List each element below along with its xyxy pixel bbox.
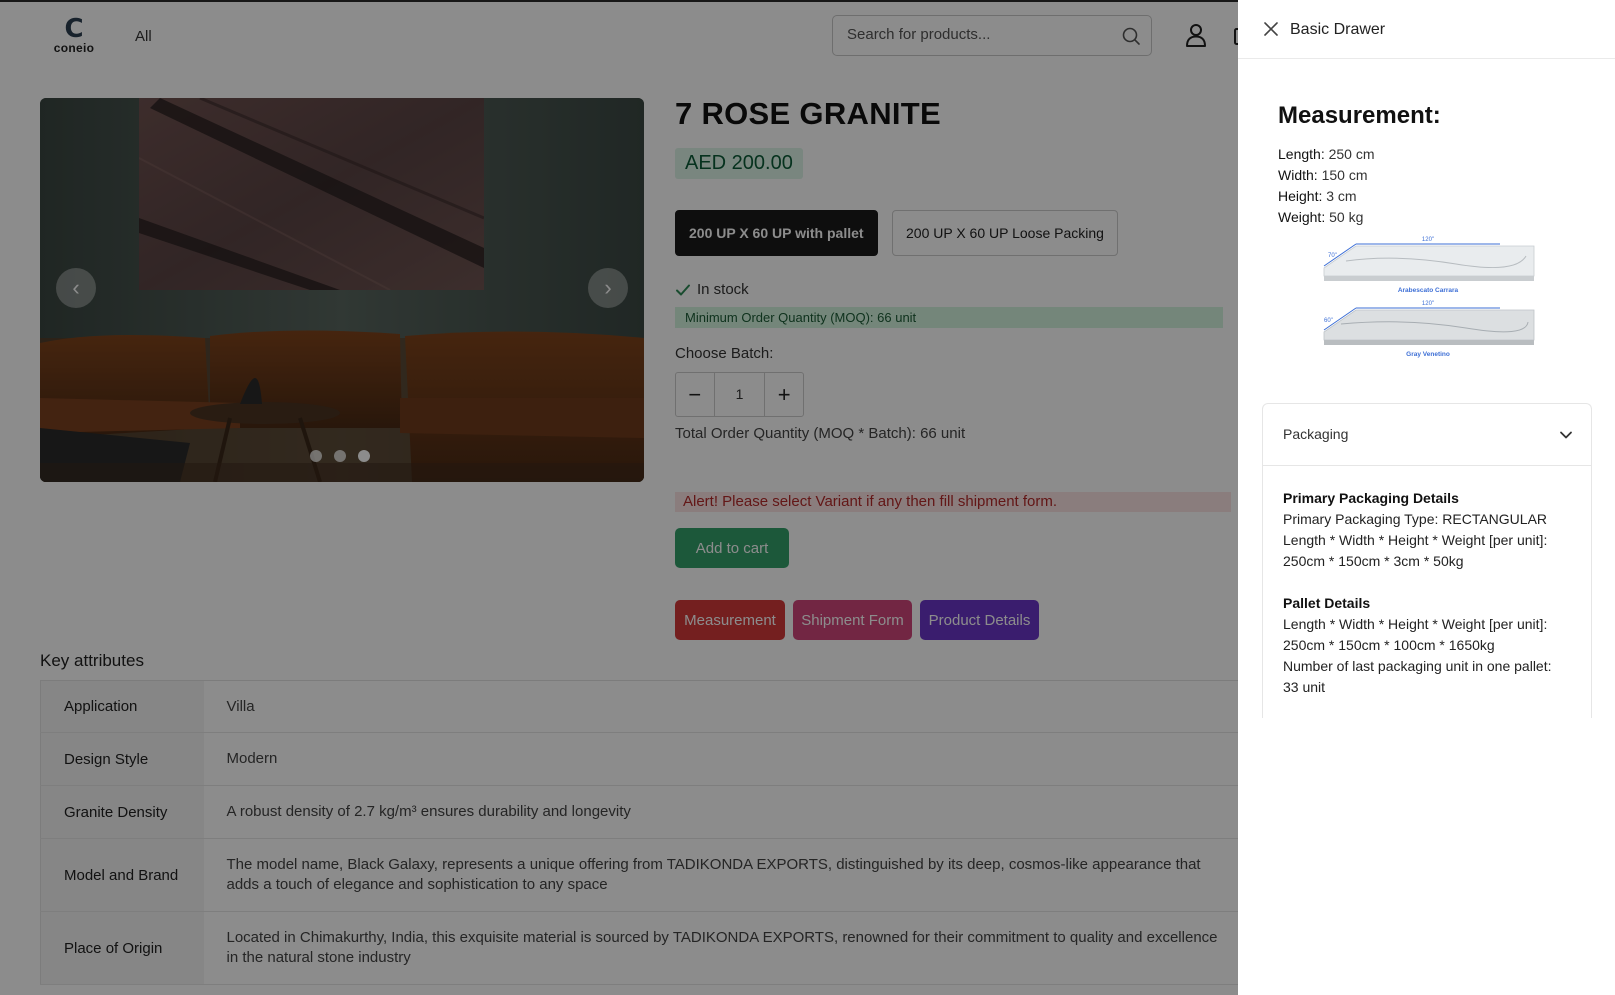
measurement-label: Height: bbox=[1278, 188, 1323, 204]
diagram-dim-top: 120" bbox=[1422, 301, 1434, 307]
primary-packaging-heading: Primary Packaging Details bbox=[1283, 490, 1459, 506]
measurement-label: Weight: bbox=[1278, 209, 1326, 225]
close-icon[interactable] bbox=[1262, 20, 1280, 38]
measurement-value: 250 cm bbox=[1328, 146, 1375, 162]
diagram-label: Gray Venetino bbox=[1406, 351, 1450, 358]
pallet-dims-value: 250cm * 150cm * 100cm * 1650kg bbox=[1283, 637, 1495, 653]
packaging-accordion-header[interactable]: Packaging bbox=[1263, 404, 1591, 466]
packaging-title: Packaging bbox=[1283, 426, 1349, 442]
packaging-details: Primary Packaging Details Primary Packag… bbox=[1263, 466, 1591, 698]
pallet-dims-label: Length * Width * Height * Weight [per un… bbox=[1283, 616, 1548, 632]
measurement-row: Length: 250 cm bbox=[1278, 144, 1375, 165]
pallet-count-value: 33 unit bbox=[1283, 679, 1326, 695]
primary-type-value: RECTANGULAR bbox=[1442, 511, 1548, 527]
measurement-row: Width: 150 cm bbox=[1278, 165, 1375, 186]
primary-packaging-type: Primary Packaging Type: RECTANGULAR bbox=[1283, 509, 1571, 530]
pallet-details-heading: Pallet Details bbox=[1283, 595, 1371, 611]
packaging-accordion: Packaging Primary Packaging Details Prim… bbox=[1262, 403, 1592, 718]
measurement-value: 3 cm bbox=[1326, 188, 1357, 204]
measurement-row: Height: 3 cm bbox=[1278, 186, 1375, 207]
measurement-row: Weight: 50 kg bbox=[1278, 207, 1375, 228]
diagram-dim-top: 120" bbox=[1422, 237, 1434, 243]
pallet-count-label: Number of last packaging unit in one pal… bbox=[1283, 658, 1552, 674]
measurement-list: Length: 250 cm Width: 150 cm Height: 3 c… bbox=[1278, 144, 1375, 228]
drawer-header: Basic Drawer bbox=[1238, 0, 1615, 59]
chevron-down-icon[interactable] bbox=[1559, 428, 1573, 442]
measurement-value: 150 cm bbox=[1321, 167, 1368, 183]
primary-type-label: Primary Packaging Type: bbox=[1283, 511, 1439, 527]
diagram-dim-side: 60" bbox=[1324, 318, 1333, 324]
measurement-heading: Measurement: bbox=[1278, 102, 1441, 129]
measurement-value: 50 kg bbox=[1329, 209, 1364, 225]
drawer-title: Basic Drawer bbox=[1290, 21, 1386, 38]
slab-size-diagram: 120" 70" Arabescato Carrara 120" 60" Gra… bbox=[1323, 237, 1535, 358]
measurement-label: Length: bbox=[1278, 146, 1325, 162]
basic-drawer: Basic Drawer Measurement: Length: 250 cm… bbox=[1238, 0, 1615, 995]
primary-dims-label: Length * Width * Height * Weight [per un… bbox=[1283, 532, 1548, 548]
primary-dims-value: 250cm * 150cm * 3cm * 50kg bbox=[1283, 553, 1464, 569]
measurement-label: Width: bbox=[1278, 167, 1318, 183]
diagram-dim-side: 70" bbox=[1328, 253, 1337, 259]
diagram-label: Arabescato Carrara bbox=[1398, 287, 1459, 294]
